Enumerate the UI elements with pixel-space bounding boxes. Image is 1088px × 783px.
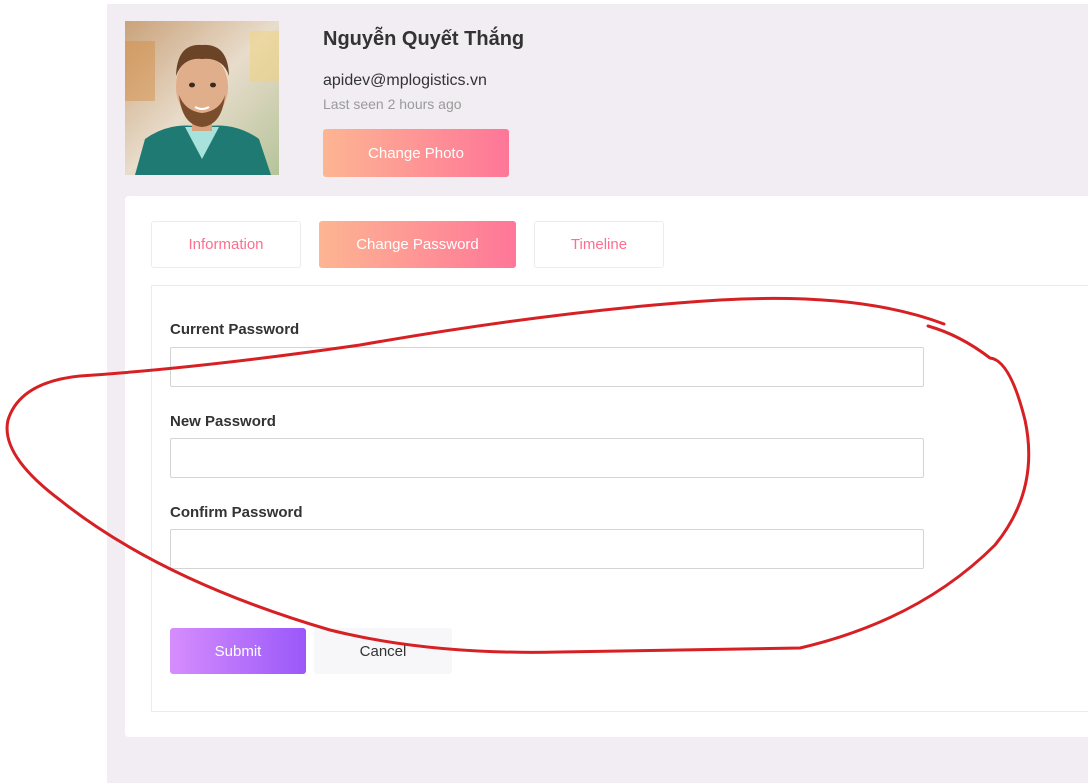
profile-name: Nguyễn Quyết Thắng: [323, 28, 525, 50]
avatar-photo: [125, 21, 279, 175]
confirm-password-label: Confirm Password: [170, 504, 303, 521]
cancel-button[interactable]: Cancel: [314, 628, 452, 674]
new-password-input[interactable]: [170, 438, 924, 478]
tab-information[interactable]: Information: [151, 221, 301, 268]
current-password-label: Current Password: [170, 321, 300, 338]
new-password-label: New Password: [170, 413, 276, 430]
avatar: [125, 21, 279, 175]
current-password-input[interactable]: [170, 347, 924, 387]
tab-timeline[interactable]: Timeline: [534, 221, 664, 268]
change-photo-button[interactable]: Change Photo: [323, 129, 509, 177]
last-seen-text: Last seen 2 hours ago: [323, 96, 462, 112]
profile-email: apidev@mplogistics.vn: [323, 72, 487, 89]
submit-button[interactable]: Submit: [170, 628, 306, 674]
tab-change-password[interactable]: Change Password: [319, 221, 516, 268]
top-divider: [107, 0, 1088, 4]
confirm-password-input[interactable]: [170, 529, 924, 569]
